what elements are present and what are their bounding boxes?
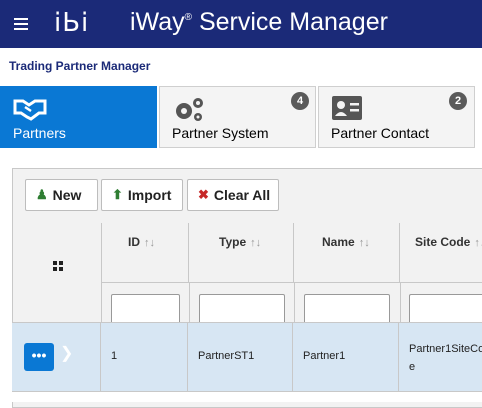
ibi-logo: iЬi — [54, 8, 90, 38]
sort-icon: ↑↓ — [358, 237, 370, 249]
chevron-right-icon[interactable]: ❯ — [60, 343, 73, 363]
more-actions-button[interactable]: ••• — [24, 343, 54, 371]
import-button[interactable]: ⬆ Import — [101, 179, 183, 211]
app-title: iWay® Service Manager — [130, 8, 388, 36]
sort-icon: ↑↓ — [250, 237, 262, 249]
table-row[interactable]: ••• ❯ 1 PartnerST1 Partner1 Partner1Site… — [12, 322, 482, 391]
column-header-id[interactable]: ID ↑↓ — [102, 223, 189, 283]
count-badge: 4 — [291, 92, 309, 110]
table-row — [12, 391, 482, 402]
tab-partner-system[interactable]: Partner System 4 — [159, 86, 316, 148]
tab-partner-contact[interactable]: Partner Contact 2 — [318, 86, 475, 148]
new-button[interactable]: ♟ New — [25, 179, 98, 211]
id-cell: 1 — [101, 323, 188, 391]
app-header: iЬi iWay® Service Manager — [0, 0, 482, 48]
tab-bar: Partners Partner System 4 Partner Contac… — [0, 86, 482, 149]
upload-icon: ⬆ — [112, 187, 123, 202]
column-header-type[interactable]: Type ↑↓ — [189, 223, 294, 283]
tab-partners[interactable]: Partners — [0, 86, 157, 148]
tab-label: Partner System — [172, 125, 269, 141]
column-header-name[interactable]: Name ↑↓ — [294, 223, 400, 283]
add-user-icon: ♟ — [36, 187, 48, 202]
name-cell: Partner1 — [293, 323, 399, 391]
count-badge: 2 — [449, 92, 467, 110]
contact-card-icon — [332, 96, 362, 120]
page-title: Trading Partner Manager — [9, 59, 151, 73]
hamburger-menu-icon[interactable] — [14, 15, 28, 33]
sort-icon: ↑↓ — [474, 237, 482, 249]
tab-label: Partner Contact — [331, 125, 430, 141]
select-column-header — [13, 223, 102, 323]
tab-label: Partners — [13, 125, 66, 141]
handshake-icon — [13, 99, 47, 121]
gears-icon — [176, 98, 203, 121]
sort-icon: ↑↓ — [144, 237, 155, 249]
type-cell: PartnerST1 — [188, 323, 293, 391]
close-icon: ✖ — [198, 187, 209, 202]
row-actions-cell: ••• ❯ — [12, 323, 101, 391]
site-code-cell: Partner1SiteCo e — [409, 343, 482, 373]
grid-icon[interactable] — [53, 261, 63, 271]
column-header-site-code[interactable]: Site Code↑↓ — [400, 223, 482, 283]
clear-all-button[interactable]: ✖ Clear All — [187, 179, 279, 211]
